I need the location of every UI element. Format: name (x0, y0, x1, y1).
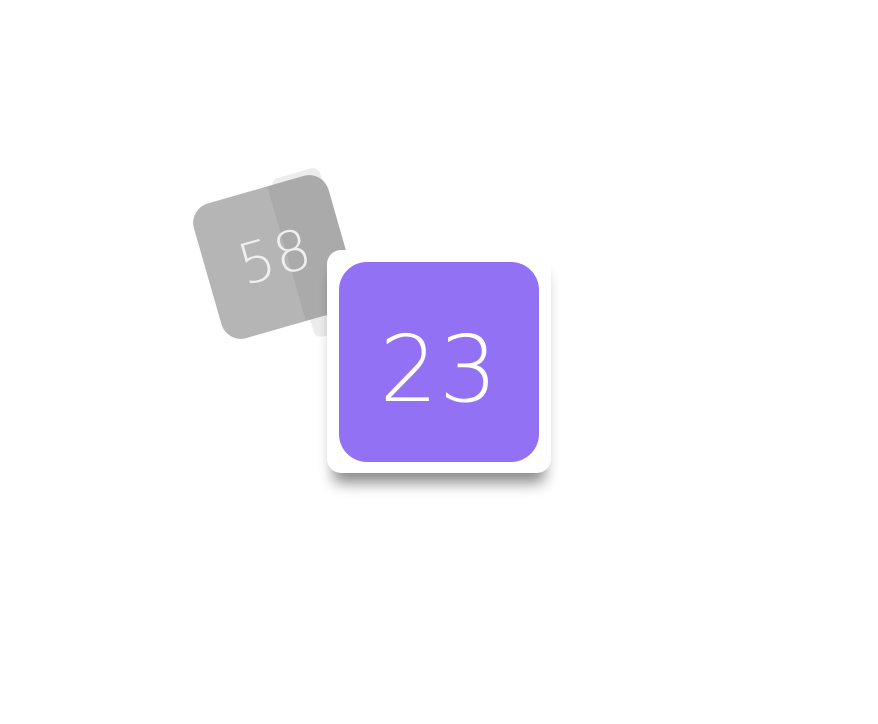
number-tile-front[interactable]: 23 (339, 262, 539, 462)
number-tile-front-label: 23 (379, 315, 499, 423)
number-tile-front-frame[interactable]: 23 (327, 250, 551, 473)
